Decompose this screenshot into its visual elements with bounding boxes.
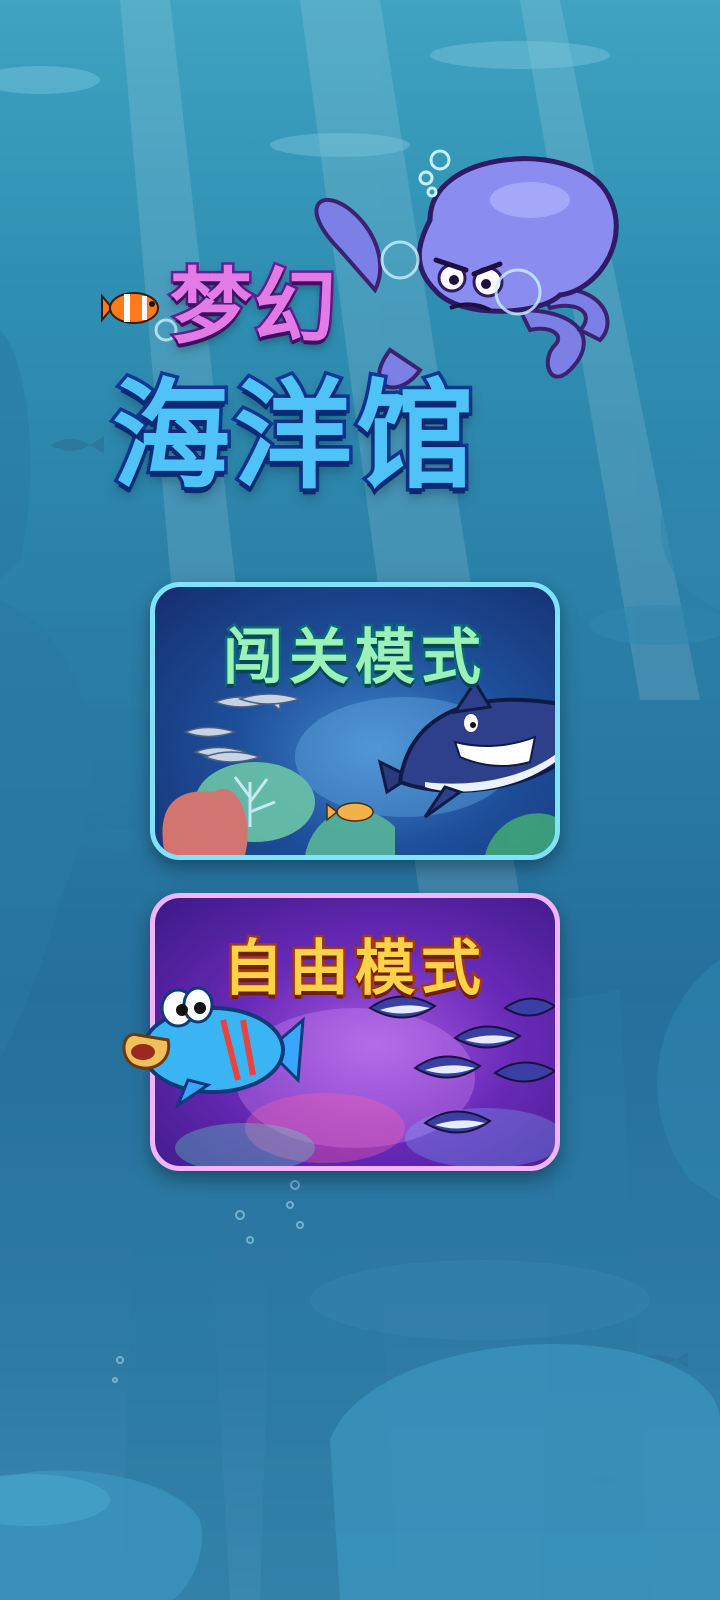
level-mode-button[interactable]: 闯关模式 bbox=[150, 582, 560, 860]
level-mode-label: 闯关模式 bbox=[221, 621, 487, 696]
game-title-logo: 梦幻 海洋馆 bbox=[100, 140, 620, 520]
title-line-2: 海洋馆 bbox=[108, 364, 479, 509]
cartoon-fish-mascot bbox=[122, 986, 305, 1109]
clownfish-icon bbox=[101, 292, 159, 324]
